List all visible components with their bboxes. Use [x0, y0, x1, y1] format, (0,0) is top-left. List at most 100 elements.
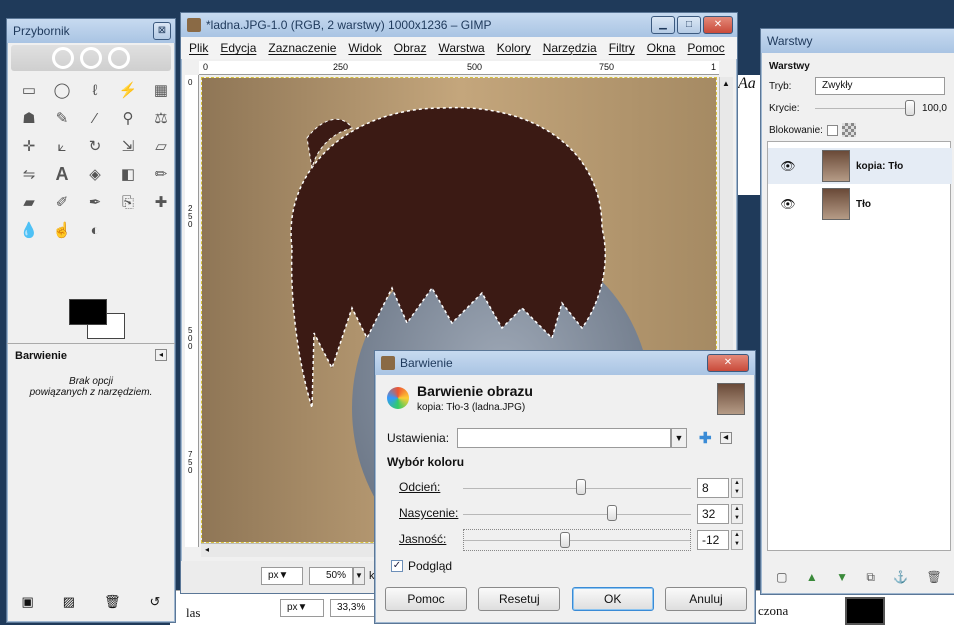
unit-select[interactable]: px▼ [261, 567, 303, 585]
maximize-button[interactable]: □ [677, 16, 701, 34]
minimize-button[interactable]: ▁ [651, 16, 675, 34]
menu-item[interactable]: Narzędzia [543, 41, 597, 55]
menu-item[interactable]: Widok [348, 41, 381, 55]
delete-options-icon[interactable]: 🗑 [104, 594, 121, 610]
opacity-label: Krycie: [769, 102, 800, 114]
zoom-dropdown-arrow[interactable]: ▼ [353, 567, 365, 585]
ink-icon[interactable]: ✒ [83, 191, 107, 213]
menu-item[interactable]: Kolory [497, 41, 531, 55]
scale-icon[interactable]: ⇲ [116, 135, 140, 157]
preset-menu-icon[interactable]: ◂ [719, 432, 732, 444]
ellipse-select-icon[interactable]: ◯ [50, 79, 74, 101]
close-button[interactable]: ✕ [703, 16, 733, 34]
fg-bg-colors[interactable] [69, 299, 125, 339]
reset-options-icon[interactable]: ↺ [150, 594, 161, 610]
color-select-icon[interactable]: ▦ [149, 79, 173, 101]
lower-layer-icon[interactable]: ▼ [836, 570, 848, 584]
zoom-icon[interactable]: ⚲ [116, 107, 140, 129]
heal-icon[interactable]: ✚ [149, 191, 173, 213]
save-options-icon[interactable]: ▣ [21, 594, 33, 610]
help-button[interactable]: Pomoc [385, 587, 467, 611]
flip-icon[interactable]: ⇋ [17, 163, 41, 185]
preview-checkbox[interactable]: ✓ [391, 560, 403, 572]
lasso-icon[interactable]: ℓ [83, 79, 107, 101]
slider-track[interactable] [463, 477, 691, 499]
visibility-eye-icon[interactable]: 👁 [768, 197, 808, 211]
settings-dropdown-arrow[interactable]: ▼ [671, 428, 687, 448]
layer-name[interactable]: Tło [856, 199, 871, 210]
preview-label[interactable]: Podgląd [408, 559, 452, 573]
duplicate-layer-icon[interactable]: ⧉ [866, 570, 875, 585]
rect-select-icon[interactable]: ▭ [17, 79, 41, 101]
color-picker-icon[interactable]: ⁄ [83, 107, 107, 129]
zoom-field[interactable]: 50% [309, 567, 353, 585]
ok-button[interactable]: OK [571, 587, 654, 611]
text-tool-icon[interactable]: A [50, 163, 74, 185]
menu-item[interactable]: Edycja [220, 41, 256, 55]
layer-row-copy[interactable]: 👁 kopia: Tło [768, 148, 952, 184]
slider-track[interactable] [463, 529, 691, 551]
settings-combo[interactable] [457, 428, 671, 448]
airbrush-icon[interactable]: ✐ [50, 191, 74, 213]
menu-item[interactable]: Okna [647, 41, 676, 55]
delete-layer-icon[interactable]: 🗑 [927, 570, 942, 584]
mode-select[interactable]: Zwykły [815, 77, 945, 95]
toolbox-close-button[interactable]: ⊠ [153, 22, 171, 40]
new-layer-icon[interactable]: ▢ [776, 570, 787, 584]
opacity-slider-knob[interactable] [904, 100, 915, 116]
bucket-fill-icon[interactable]: ◈ [83, 163, 107, 185]
slider-knob[interactable] [559, 532, 570, 548]
align-icon[interactable]: ✛ [17, 135, 41, 157]
tool-options-title: Barwienie [15, 350, 67, 362]
measure-icon[interactable]: ⚖ [149, 107, 173, 129]
menu-item[interactable]: Pomoc [687, 41, 724, 55]
rotate-icon[interactable]: ↻ [83, 135, 107, 157]
blur-icon[interactable]: 💧 [17, 219, 41, 241]
shear-icon[interactable]: ▱ [149, 135, 173, 157]
add-preset-icon[interactable]: ✚ [699, 429, 712, 447]
dialog-titlebar[interactable]: Barwienie [375, 351, 755, 375]
restore-options-icon[interactable]: ▨ [63, 594, 75, 610]
tool-options-menu-icon[interactable]: ◂ [155, 349, 167, 361]
visibility-eye-icon[interactable]: 👁 [768, 159, 808, 173]
spin-arrows[interactable]: ▲ ▼ [731, 478, 743, 498]
blend-icon[interactable]: ◧ [116, 163, 140, 185]
slider-knob[interactable] [576, 479, 587, 495]
toolbox-titlebar[interactable]: Przybornik [7, 19, 175, 43]
slider-knob[interactable] [606, 505, 617, 521]
menu-item[interactable]: Obraz [394, 41, 427, 55]
fuzzy-select-icon[interactable]: ⚡ [116, 79, 140, 101]
layers-titlebar[interactable]: Warstwy [761, 29, 954, 53]
crop-icon[interactable]: ⟀ [50, 135, 74, 157]
clone-icon[interactable]: ⎘ [116, 191, 140, 213]
dodge-burn-icon[interactable]: ◐ [83, 219, 107, 241]
menu-item[interactable]: Plik [189, 41, 208, 55]
anchor-layer-icon[interactable]: ⚓ [893, 570, 908, 584]
pencil-icon[interactable]: ✏ [149, 163, 173, 185]
lock-pixels-checkbox[interactable] [826, 124, 838, 136]
back-zoom-field[interactable]: 33,3% [330, 599, 380, 617]
back-unit-select[interactable]: px▼ [280, 599, 324, 617]
menu-item[interactable]: Filtry [609, 41, 635, 55]
slider-value-field[interactable]: 8 [697, 478, 729, 498]
paths-icon[interactable]: ✎ [50, 107, 74, 129]
raise-layer-icon[interactable]: ▲ [806, 570, 818, 584]
slider-value-field[interactable]: -12 [697, 530, 729, 550]
smudge-icon[interactable]: ☝ [50, 219, 74, 241]
opacity-slider[interactable] [814, 99, 915, 117]
foreground-color-swatch[interactable] [69, 299, 107, 325]
layer-name[interactable]: kopia: Tło [856, 161, 903, 172]
menu-item[interactable]: Warstwa [438, 41, 484, 55]
cancel-button[interactable]: Anuluj [664, 587, 747, 611]
eraser-icon[interactable]: ▰ [17, 191, 41, 213]
menu-item[interactable]: Zaznaczenie [268, 41, 336, 55]
spin-arrows[interactable]: ▲ ▼ [731, 530, 743, 550]
spin-arrows[interactable]: ▲ ▼ [731, 504, 743, 524]
layer-row-background[interactable]: 👁 Tło [768, 186, 952, 222]
slider-value-field[interactable]: 32 [697, 504, 729, 524]
slider-track[interactable] [463, 503, 691, 525]
lock-alpha-icon[interactable] [841, 123, 856, 137]
reset-button[interactable]: Resetuj [478, 587, 561, 611]
foreground-select-icon[interactable]: ☗ [17, 107, 41, 129]
dialog-close-button[interactable]: ✕ [707, 354, 749, 372]
